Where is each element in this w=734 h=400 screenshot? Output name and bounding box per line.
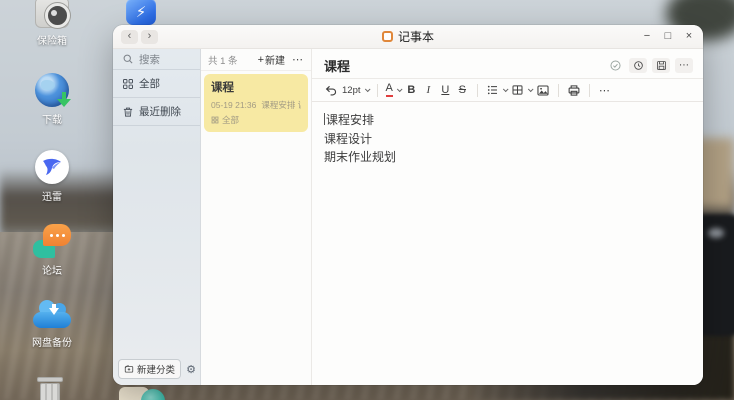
notes-list-panel: 共 1 条 + 新建 ⋯ 课程 05-19 21:36 课程安排 课程设...: [200, 49, 312, 385]
sidebar-bottom-bar: 新建分类 ⚙: [118, 359, 196, 379]
chevron-down-icon: [397, 86, 403, 92]
thunder-bird-icon: [35, 150, 69, 184]
forward-button[interactable]: ›: [141, 30, 158, 44]
notes-count: 共 1 条: [208, 53, 238, 67]
notes-app-window: ‹ › 记事本 − □ × 搜索: [113, 25, 703, 385]
chevron-down-icon: [528, 86, 534, 92]
note-body-editor[interactable]: 课程安排 课程设计 期末作业规划: [312, 102, 703, 385]
desktop-icon-lightning[interactable]: ⚡: [123, 0, 159, 25]
undo-arrow-icon[interactable]: [322, 81, 340, 99]
toolbar-separator: [377, 84, 378, 97]
note-card[interactable]: 课程 05-19 21:36 课程安排 课程设... 全部: [204, 74, 308, 132]
editor-toolbar: 12pt A B I U S: [312, 78, 703, 102]
italic-button[interactable]: I: [420, 81, 437, 99]
note-card-date: 05-19 21:36: [211, 100, 256, 110]
cloud-backup-icon: [33, 300, 71, 330]
strikethrough-button[interactable]: S: [454, 81, 471, 99]
toolbar-more-button[interactable]: ⋯: [596, 81, 613, 99]
notes-list-header: 共 1 条 + 新建 ⋯: [201, 49, 311, 71]
window-titlebar: ‹ › 记事本 − □ ×: [113, 25, 703, 49]
close-button[interactable]: ×: [683, 31, 695, 42]
bold-button[interactable]: B: [403, 81, 420, 99]
search-icon: [122, 53, 134, 65]
safe-icon: [35, 0, 69, 28]
history-icon[interactable]: [629, 58, 647, 73]
new-note-button[interactable]: + 新建: [258, 52, 285, 67]
sidebar-item-label: 最近删除: [139, 104, 181, 119]
editor-panel: 课程 ⋯: [312, 49, 703, 385]
window-title: 记事本: [398, 28, 434, 45]
trash-icon: [122, 106, 134, 118]
desktop-icon-cloud-backup[interactable]: 网盘备份: [16, 300, 88, 349]
desktop-icon-xunlei[interactable]: 迅雷: [16, 150, 88, 203]
bullet-list-icon[interactable]: [484, 81, 509, 99]
toolbar-separator: [477, 84, 478, 97]
desktop-icon-safe[interactable]: 保险箱: [16, 0, 88, 47]
font-size-select[interactable]: 12pt: [340, 81, 371, 99]
text-caret: [324, 113, 325, 125]
toolbar-separator: [558, 84, 559, 97]
chat-bubbles-icon: [33, 224, 71, 258]
wallpaper-motorcycle-glint: [708, 228, 724, 238]
toolbar-separator: [589, 84, 590, 97]
folder-plus-icon: [124, 364, 134, 374]
editor-header: 课程 ⋯: [312, 49, 703, 78]
chevron-down-icon: [364, 86, 370, 92]
window-title-group: 记事本: [382, 28, 434, 45]
window-controls: − □ ×: [641, 31, 695, 42]
sidebar-item-label: 全部: [139, 76, 160, 91]
sidebar-item-all[interactable]: 全部: [113, 70, 200, 98]
minimize-button[interactable]: −: [641, 31, 653, 42]
nav-buttons: ‹ ›: [121, 30, 158, 44]
search-input[interactable]: 搜索: [113, 49, 200, 70]
search-placeholder: 搜索: [139, 52, 160, 67]
desktop-icon-download[interactable]: 下载: [16, 73, 88, 126]
note-card-title: 课程: [211, 79, 301, 95]
font-color-button[interactable]: A: [384, 81, 403, 99]
notepad-icon: [382, 31, 393, 42]
desktop-icon-label: 网盘备份: [32, 334, 72, 349]
printer-icon[interactable]: [565, 81, 583, 99]
chevron-down-icon: [503, 86, 509, 92]
grid-icon: [122, 78, 134, 90]
note-body-line: 期末作业规划: [324, 148, 691, 167]
desktop-icon-label: 下载: [42, 111, 62, 126]
grid-mini-icon: [211, 116, 219, 124]
trash-can-icon: [36, 377, 64, 400]
desktop-icon-label: 迅雷: [42, 188, 62, 203]
plus-icon: +: [258, 54, 264, 66]
desktop-icon-trash[interactable]: [36, 377, 64, 400]
sidebar: 搜索 全部 最近删除: [113, 49, 200, 385]
gear-icon[interactable]: ⚙: [186, 363, 196, 376]
maximize-button[interactable]: □: [662, 31, 674, 42]
more-icon[interactable]: ⋯: [675, 58, 693, 73]
desktop-icon-label: 保险箱: [37, 32, 67, 47]
note-body-line: 课程安排: [324, 111, 691, 130]
desktop-icon-label: 论坛: [42, 262, 62, 277]
new-category-button[interactable]: 新建分类: [118, 359, 181, 379]
underline-button[interactable]: U: [437, 81, 454, 99]
note-card-preview: 课程安排 课程设...: [261, 100, 301, 110]
lightning-icon: ⚡: [126, 0, 156, 25]
editor-status-actions: ⋯: [606, 58, 693, 73]
note-body-line: 课程设计: [324, 130, 691, 149]
sidebar-item-recently-deleted[interactable]: 最近删除: [113, 98, 200, 126]
note-card-meta: 05-19 21:36 课程安排 课程设...: [211, 99, 301, 111]
new-category-label: 新建分类: [137, 362, 175, 376]
save-icon[interactable]: [652, 58, 670, 73]
desktop-screen: ⚡ 保险箱 下载 迅雷 论坛 网盘备份: [0, 0, 734, 400]
list-more-button[interactable]: ⋯: [292, 53, 304, 66]
check-circle-icon: [606, 58, 624, 73]
globe-download-icon: [35, 73, 69, 107]
image-icon[interactable]: [534, 81, 552, 99]
note-title-field[interactable]: 课程: [324, 56, 350, 75]
note-card-tag: 全部: [211, 114, 301, 126]
desktop-icon-forum[interactable]: 论坛: [16, 224, 88, 277]
back-button[interactable]: ‹: [121, 30, 138, 44]
table-icon[interactable]: [509, 81, 534, 99]
